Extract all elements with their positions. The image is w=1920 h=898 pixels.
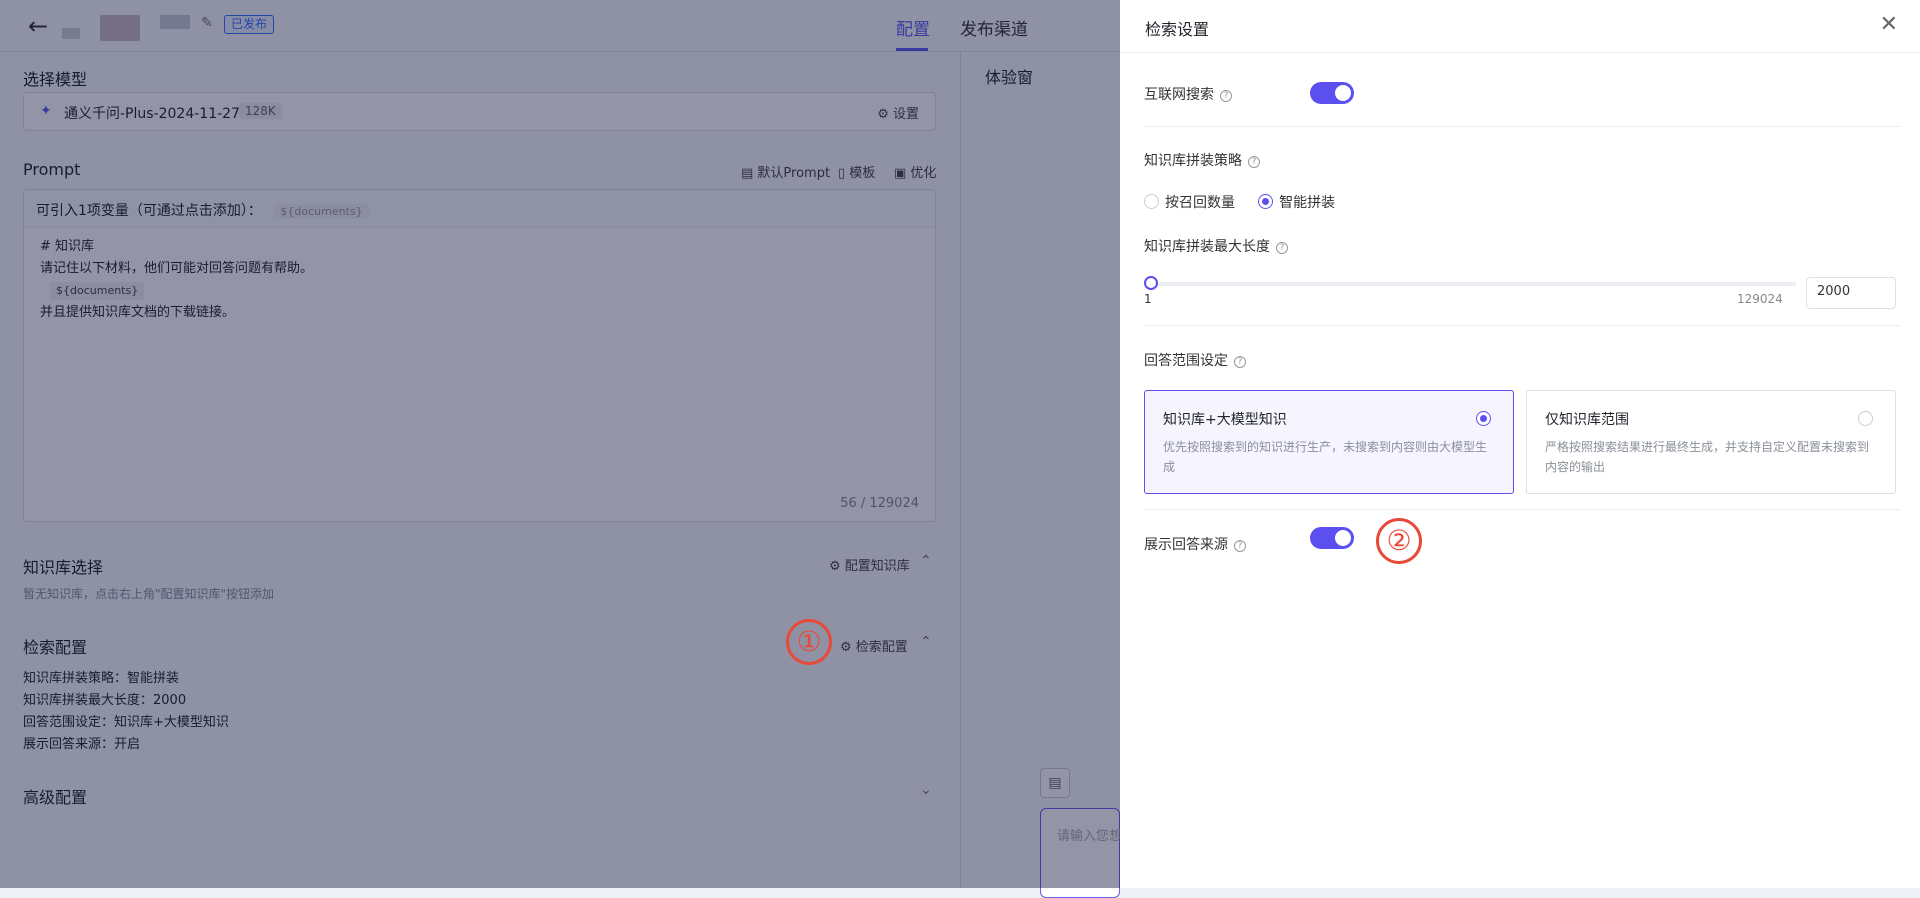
show-source-text: 展示回答来源: [1144, 537, 1228, 553]
max-length-slider-handle[interactable]: [1144, 276, 1158, 290]
strategy-text: 知识库拼装策略: [1144, 153, 1242, 169]
scope-text: 回答范围设定: [1144, 353, 1228, 369]
scope-label: 回答范围设定?: [1144, 350, 1246, 370]
web-search-label: 互联网搜索?: [1144, 84, 1232, 104]
web-search-toggle[interactable]: [1310, 82, 1354, 104]
scope-option-kb-plus-llm[interactable]: 知识库+大模型知识 优先按照搜索到的知识进行生产，未搜索到内容则由大模型生成: [1144, 390, 1514, 494]
scope-option-kb-only[interactable]: 仅知识库范围 严格按照搜索结果进行最终生成，并支持自定义配置未搜索到内容的输出: [1526, 390, 1896, 494]
divider: [1144, 126, 1900, 127]
slider-max-label: 129024: [1737, 292, 1783, 306]
scope-option-title: 知识库+大模型知识: [1163, 412, 1287, 428]
annotation-marker-2: ②: [1376, 518, 1422, 564]
max-length-slider-track[interactable]: [1146, 282, 1796, 286]
max-length-text: 知识库拼装最大长度: [1144, 239, 1270, 255]
divider: [1144, 325, 1900, 326]
scope-option-desc: 优先按照搜索到的知识进行生产，未搜索到内容则由大模型生成: [1163, 440, 1488, 474]
strategy-radio-recall-count[interactable]: [1144, 194, 1159, 209]
drawer-title: 检索设置: [1145, 20, 1210, 39]
annotation-marker-1: ①: [786, 619, 832, 665]
show-source-label: 展示回答来源?: [1144, 534, 1246, 554]
help-icon[interactable]: ?: [1234, 356, 1246, 368]
help-icon[interactable]: ?: [1234, 540, 1246, 552]
help-icon[interactable]: ?: [1276, 242, 1288, 254]
scope-radio[interactable]: [1476, 411, 1491, 426]
strategy-radio-group: 按召回数量 智能拼装: [1144, 192, 1353, 212]
toggle-knob: [1335, 85, 1351, 101]
max-length-input[interactable]: 2000: [1806, 277, 1896, 309]
strategy-option-label[interactable]: 按召回数量: [1165, 195, 1235, 211]
modal-mask[interactable]: [0, 0, 1120, 888]
close-icon[interactable]: ✕: [1880, 12, 1898, 37]
drawer-header: 检索设置 ✕: [1120, 0, 1920, 53]
web-search-text: 互联网搜索: [1144, 87, 1214, 103]
help-icon[interactable]: ?: [1220, 90, 1232, 102]
strategy-option-label[interactable]: 智能拼装: [1279, 195, 1335, 211]
slider-min-label: 1: [1144, 292, 1152, 306]
toggle-knob: [1335, 530, 1351, 546]
max-length-label: 知识库拼装最大长度?: [1144, 236, 1288, 256]
scope-option-title: 仅知识库范围: [1545, 412, 1629, 428]
help-icon[interactable]: ?: [1248, 156, 1260, 168]
show-source-toggle[interactable]: [1310, 527, 1354, 549]
strategy-radio-smart[interactable]: [1258, 194, 1274, 209]
strategy-label: 知识库拼装策略?: [1144, 150, 1260, 170]
scope-radio[interactable]: [1858, 411, 1873, 426]
divider: [1144, 509, 1900, 510]
scope-option-desc: 严格按照搜索结果进行最终生成，并支持自定义配置未搜索到内容的输出: [1545, 440, 1870, 474]
search-settings-drawer: 检索设置 ✕ 互联网搜索? 知识库拼装策略? 按召回数量 智能拼装 知识库拼装最…: [1120, 0, 1920, 888]
